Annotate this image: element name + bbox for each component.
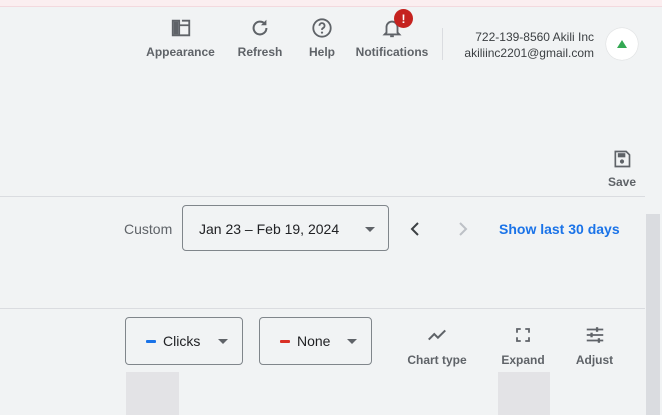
page: Appearance Refresh Help ! Notifications … xyxy=(0,0,662,415)
date-range-value: Jan 23 – Feb 19, 2024 xyxy=(199,221,340,237)
help-button[interactable]: Help xyxy=(308,16,336,64)
save-button[interactable]: Save xyxy=(604,147,640,189)
chart-weekend-band xyxy=(498,372,550,415)
appearance-button[interactable]: Appearance xyxy=(146,16,215,64)
top-strip xyxy=(0,0,662,7)
expand-icon xyxy=(511,323,535,347)
chevron-right-icon xyxy=(459,222,468,236)
secondary-metric-select[interactable]: None xyxy=(259,317,372,365)
next-period-button[interactable] xyxy=(451,217,475,241)
divider-top xyxy=(0,196,645,197)
help-label: Help xyxy=(308,45,335,59)
date-range-select[interactable]: Jan 23 – Feb 19, 2024 xyxy=(182,205,389,251)
chart-weekend-band xyxy=(126,372,179,415)
expand-button[interactable]: Expand xyxy=(501,323,545,367)
chevron-down-icon xyxy=(365,227,375,232)
divider-middle xyxy=(0,308,645,309)
secondary-metric-swatch xyxy=(280,340,290,343)
save-icon xyxy=(610,147,634,171)
bell-icon: ! xyxy=(380,9,413,40)
expand-label: Expand xyxy=(501,353,545,367)
adjust-label: Adjust xyxy=(575,353,614,367)
account-email: akiliinc2201@gmail.com xyxy=(464,46,594,60)
chart-type-button[interactable]: Chart type xyxy=(407,323,467,367)
header-divider xyxy=(442,28,443,60)
chevron-left-icon xyxy=(410,222,419,236)
account-name: 722-139-8560 Akili Inc xyxy=(475,30,594,44)
date-range-prefix: Custom xyxy=(124,221,173,237)
refresh-button[interactable]: Refresh xyxy=(238,16,282,64)
notification-badge: ! xyxy=(394,9,413,28)
adjust-icon xyxy=(583,323,607,347)
chevron-down-icon xyxy=(347,339,357,344)
avatar[interactable] xyxy=(606,28,638,60)
primary-metric-select[interactable]: Clicks xyxy=(125,317,243,365)
notifications-label: Notifications xyxy=(355,45,429,59)
chart-type-label: Chart type xyxy=(407,353,467,367)
secondary-metric-value: None xyxy=(297,333,331,349)
notifications-button[interactable]: ! Notifications xyxy=(355,9,429,64)
previous-period-button[interactable] xyxy=(403,217,427,241)
vertical-scrollbar[interactable] xyxy=(646,214,660,415)
avatar-triangle-icon xyxy=(617,40,627,48)
help-icon xyxy=(310,16,334,40)
chart-type-icon xyxy=(425,323,449,347)
refresh-label: Refresh xyxy=(237,45,283,59)
show-last-30-days-link[interactable]: Show last 30 days xyxy=(499,221,620,237)
chevron-down-icon xyxy=(218,339,228,344)
account-info[interactable]: 722-139-8560 Akili Inc akiliinc2201@gmai… xyxy=(452,29,594,61)
appearance-icon xyxy=(169,16,193,40)
adjust-button[interactable]: Adjust xyxy=(576,323,613,367)
primary-metric-swatch xyxy=(146,340,156,343)
primary-metric-value: Clicks xyxy=(163,333,201,349)
save-label: Save xyxy=(607,175,637,189)
refresh-icon xyxy=(248,16,272,40)
appearance-label: Appearance xyxy=(146,45,215,59)
